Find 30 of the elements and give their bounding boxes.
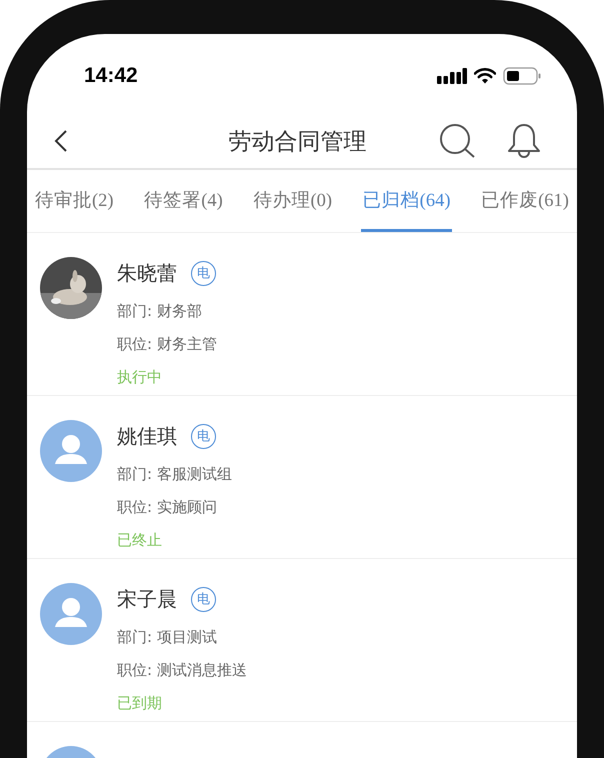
wifi-icon xyxy=(474,68,496,84)
bell-icon[interactable] xyxy=(507,123,541,159)
person-name: 宋子晨 xyxy=(117,586,177,612)
department-text: 部门: 客服测试组 xyxy=(117,464,232,485)
status-time: 14:42 xyxy=(84,64,138,88)
department-text: 部门: 项目测试 xyxy=(117,627,218,648)
page-title: 劳动合同管理 xyxy=(228,128,366,156)
person-name: 姚佳琪 xyxy=(117,422,177,450)
avatar-icon xyxy=(40,420,102,482)
tab[interactable]: 待审批(2) xyxy=(33,170,116,232)
department-text: 部门: 财务部 xyxy=(117,301,203,322)
contract-status: 已终止 xyxy=(117,530,163,551)
tab[interactable]: 待办理(0) xyxy=(251,170,334,232)
tab[interactable]: 已作废(61) xyxy=(479,170,571,232)
tab[interactable]: 已归档(64) xyxy=(360,170,452,232)
electronic-badge: 电 xyxy=(191,586,216,612)
back-icon[interactable] xyxy=(54,129,68,153)
tab[interactable]: 待签署(4) xyxy=(142,170,225,232)
position-text: 职位: 财务主管 xyxy=(117,334,217,355)
electronic-badge: 电 xyxy=(191,260,216,286)
electronic-badge: 电 xyxy=(191,424,216,448)
position-text: 职位: 实施顾问 xyxy=(117,497,218,518)
avatar-icon xyxy=(40,583,102,645)
battery-icon xyxy=(503,67,541,85)
position-text: 职位: 测试消息推送 xyxy=(117,660,247,681)
contract-status: 已到期 xyxy=(117,693,163,714)
search-icon[interactable] xyxy=(439,123,477,159)
signal-icon xyxy=(437,68,467,84)
person-name: 朱晓蕾 xyxy=(117,260,177,286)
contract-status: 执行中 xyxy=(117,367,163,388)
